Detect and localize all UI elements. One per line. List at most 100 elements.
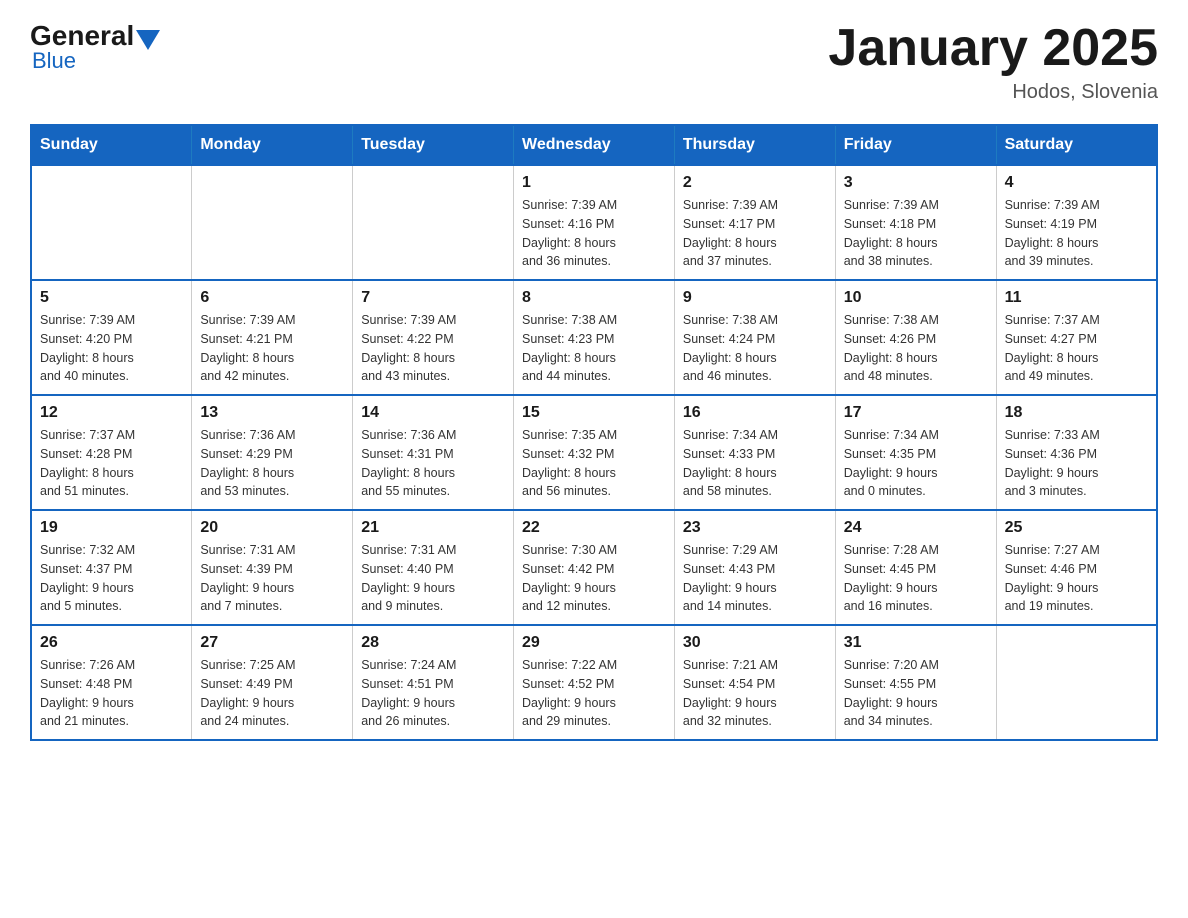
day-info: Sunrise: 7:35 AM Sunset: 4:32 PM Dayligh… — [522, 426, 666, 501]
day-cell: 30 Sunrise: 7:21 AM Sunset: 4:54 PM Dayli… — [674, 625, 835, 740]
day-number: 27 — [200, 634, 344, 652]
day-info: Sunrise: 7:33 AM Sunset: 4:36 PM Dayligh… — [1005, 426, 1148, 501]
day-cell: 27Sunrise: 7:25 AM Sunset: 4:49 PM Dayli… — [192, 625, 353, 740]
day-number: 28 — [361, 634, 505, 652]
day-number: 20 — [200, 519, 344, 537]
day-number: 18 — [1005, 404, 1148, 422]
day-cell: 16Sunrise: 7:34 AM Sunset: 4:33 PM Dayli… — [674, 395, 835, 510]
day-cell — [996, 625, 1157, 740]
day-number: 7 — [361, 289, 505, 307]
day-cell: 6Sunrise: 7:39 AM Sunset: 4:21 PM Daylig… — [192, 280, 353, 395]
day-cell: 14Sunrise: 7:36 AM Sunset: 4:31 PM Dayli… — [353, 395, 514, 510]
day-cell — [192, 165, 353, 280]
day-info: Sunrise: 7:20 AM Sunset: 4:55 PM Dayligh… — [844, 656, 988, 731]
day-number: 4 — [1005, 174, 1148, 192]
day-cell: 24 Sunrise: 7:28 AM Sunset: 4:45 PM Dayli… — [835, 510, 996, 625]
calendar-header: SundayMondayTuesdayWednesdayThursdayFrid… — [31, 125, 1157, 165]
header-cell-saturday: Saturday — [996, 125, 1157, 165]
day-number: 22 — [522, 519, 666, 537]
location: Hodos, Slovenia — [828, 81, 1158, 104]
day-info: Sunrise: 7:24 AM Sunset: 4:51 PM Dayligh… — [361, 656, 505, 731]
header-cell-sunday: Sunday — [31, 125, 192, 165]
day-info: Sunrise: 7:37 AM Sunset: 4:27 PM Dayligh… — [1005, 311, 1148, 386]
day-info: Sunrise: 7:27 AM Sunset: 4:46 PM Dayligh… — [1005, 541, 1148, 616]
day-number: 11 — [1005, 289, 1148, 307]
week-row: 12Sunrise: 7:37 AM Sunset: 4:28 PM Dayli… — [31, 395, 1157, 510]
header-cell-wednesday: Wednesday — [514, 125, 675, 165]
day-cell — [353, 165, 514, 280]
day-info: Sunrise: 7:38 AM Sunset: 4:23 PM Dayligh… — [522, 311, 666, 386]
day-cell: 17 Sunrise: 7:34 AM Sunset: 4:35 PM Dayli… — [835, 395, 996, 510]
day-cell: 3Sunrise: 7:39 AM Sunset: 4:18 PM Daylig… — [835, 165, 996, 280]
logo-triangle-icon — [136, 30, 160, 50]
day-info: Sunrise: 7:31 AM Sunset: 4:39 PM Dayligh… — [200, 541, 344, 616]
day-number: 10 — [844, 289, 988, 307]
header-cell-monday: Monday — [192, 125, 353, 165]
day-number: 19 — [40, 519, 183, 537]
day-number: 17 — [844, 404, 988, 422]
day-cell: 21 Sunrise: 7:31 AM Sunset: 4:40 PM Dayli… — [353, 510, 514, 625]
day-cell: 12Sunrise: 7:37 AM Sunset: 4:28 PM Dayli… — [31, 395, 192, 510]
day-cell: 23Sunrise: 7:29 AM Sunset: 4:43 PM Dayli… — [674, 510, 835, 625]
week-row: 19 Sunrise: 7:32 AM Sunset: 4:37 PM Dayli… — [31, 510, 1157, 625]
week-row: 26 Sunrise: 7:26 AM Sunset: 4:48 PM Dayli… — [31, 625, 1157, 740]
day-cell: 29 Sunrise: 7:22 AM Sunset: 4:52 PM Dayli… — [514, 625, 675, 740]
header-cell-tuesday: Tuesday — [353, 125, 514, 165]
day-number: 26 — [40, 634, 183, 652]
day-cell: 28 Sunrise: 7:24 AM Sunset: 4:51 PM Dayli… — [353, 625, 514, 740]
calendar-body: 1 Sunrise: 7:39 AM Sunset: 4:16 PM Daylig… — [31, 165, 1157, 740]
day-info: Sunrise: 7:26 AM Sunset: 4:48 PM Dayligh… — [40, 656, 183, 731]
day-cell: 2 Sunrise: 7:39 AM Sunset: 4:17 PM Daylig… — [674, 165, 835, 280]
day-cell: 5 Sunrise: 7:39 AM Sunset: 4:20 PM Daylig… — [31, 280, 192, 395]
header-row: SundayMondayTuesdayWednesdayThursdayFrid… — [31, 125, 1157, 165]
day-info: Sunrise: 7:32 AM Sunset: 4:37 PM Dayligh… — [40, 541, 183, 616]
day-number: 14 — [361, 404, 505, 422]
day-info: Sunrise: 7:21 AM Sunset: 4:54 PM Dayligh… — [683, 656, 827, 731]
day-info: Sunrise: 7:39 AM Sunset: 4:16 PM Dayligh… — [522, 196, 666, 271]
day-cell: 7Sunrise: 7:39 AM Sunset: 4:22 PM Daylig… — [353, 280, 514, 395]
day-cell: 19 Sunrise: 7:32 AM Sunset: 4:37 PM Dayli… — [31, 510, 192, 625]
day-cell: 4 Sunrise: 7:39 AM Sunset: 4:19 PM Daylig… — [996, 165, 1157, 280]
day-cell: 22 Sunrise: 7:30 AM Sunset: 4:42 PM Dayli… — [514, 510, 675, 625]
day-number: 15 — [522, 404, 666, 422]
day-cell: 31 Sunrise: 7:20 AM Sunset: 4:55 PM Dayli… — [835, 625, 996, 740]
month-title: January 2025 — [828, 20, 1158, 77]
day-cell: 8Sunrise: 7:38 AM Sunset: 4:23 PM Daylig… — [514, 280, 675, 395]
day-info: Sunrise: 7:39 AM Sunset: 4:20 PM Dayligh… — [40, 311, 183, 386]
day-cell: 15 Sunrise: 7:35 AM Sunset: 4:32 PM Dayli… — [514, 395, 675, 510]
day-info: Sunrise: 7:34 AM Sunset: 4:35 PM Dayligh… — [844, 426, 988, 501]
day-cell: 18 Sunrise: 7:33 AM Sunset: 4:36 PM Dayli… — [996, 395, 1157, 510]
day-info: Sunrise: 7:37 AM Sunset: 4:28 PM Dayligh… — [40, 426, 183, 501]
day-number: 13 — [200, 404, 344, 422]
day-info: Sunrise: 7:34 AM Sunset: 4:33 PM Dayligh… — [683, 426, 827, 501]
day-number: 31 — [844, 634, 988, 652]
day-cell: 10Sunrise: 7:38 AM Sunset: 4:26 PM Dayli… — [835, 280, 996, 395]
week-row: 5 Sunrise: 7:39 AM Sunset: 4:20 PM Daylig… — [31, 280, 1157, 395]
day-number: 24 — [844, 519, 988, 537]
day-number: 29 — [522, 634, 666, 652]
day-cell: 11 Sunrise: 7:37 AM Sunset: 4:27 PM Dayli… — [996, 280, 1157, 395]
day-cell: 25Sunrise: 7:27 AM Sunset: 4:46 PM Dayli… — [996, 510, 1157, 625]
day-info: Sunrise: 7:38 AM Sunset: 4:24 PM Dayligh… — [683, 311, 827, 386]
day-info: Sunrise: 7:39 AM Sunset: 4:17 PM Dayligh… — [683, 196, 827, 271]
day-number: 5 — [40, 289, 183, 307]
day-info: Sunrise: 7:39 AM Sunset: 4:21 PM Dayligh… — [200, 311, 344, 386]
day-number: 30 — [683, 634, 827, 652]
day-info: Sunrise: 7:22 AM Sunset: 4:52 PM Dayligh… — [522, 656, 666, 731]
day-number: 21 — [361, 519, 505, 537]
day-info: Sunrise: 7:39 AM Sunset: 4:19 PM Dayligh… — [1005, 196, 1148, 271]
day-info: Sunrise: 7:31 AM Sunset: 4:40 PM Dayligh… — [361, 541, 505, 616]
day-info: Sunrise: 7:28 AM Sunset: 4:45 PM Dayligh… — [844, 541, 988, 616]
day-cell: 20 Sunrise: 7:31 AM Sunset: 4:39 PM Dayli… — [192, 510, 353, 625]
day-number: 1 — [522, 174, 666, 192]
day-number: 2 — [683, 174, 827, 192]
day-info: Sunrise: 7:29 AM Sunset: 4:43 PM Dayligh… — [683, 541, 827, 616]
header-cell-thursday: Thursday — [674, 125, 835, 165]
title-section: January 2025 Hodos, Slovenia — [828, 20, 1158, 104]
page-header: General Blue January 2025 Hodos, Sloveni… — [30, 20, 1158, 104]
day-cell: 1 Sunrise: 7:39 AM Sunset: 4:16 PM Daylig… — [514, 165, 675, 280]
day-info: Sunrise: 7:30 AM Sunset: 4:42 PM Dayligh… — [522, 541, 666, 616]
logo-blue-text: Blue — [32, 48, 76, 74]
day-cell: 26 Sunrise: 7:26 AM Sunset: 4:48 PM Dayli… — [31, 625, 192, 740]
day-number: 3 — [844, 174, 988, 192]
